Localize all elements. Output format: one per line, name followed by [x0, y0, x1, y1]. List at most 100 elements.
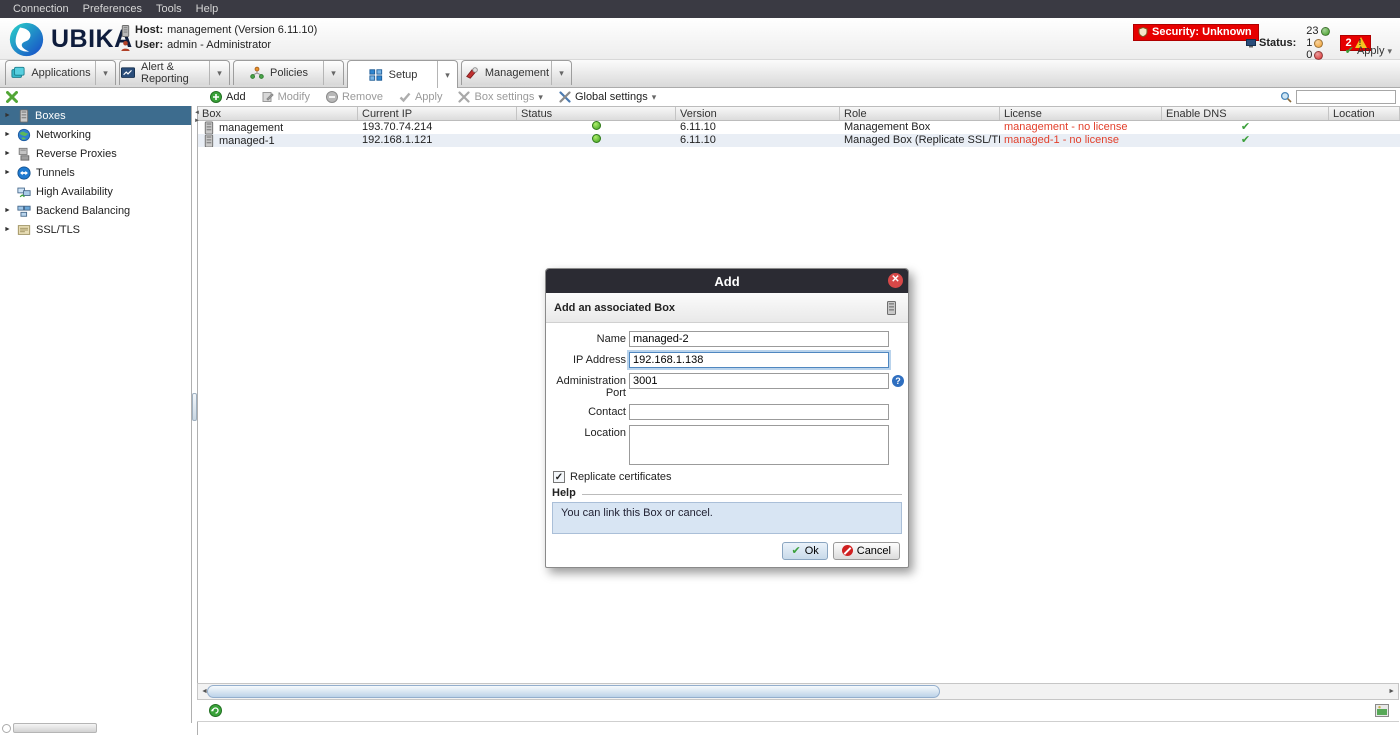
wrench-icon: [458, 91, 470, 103]
alert-tab-icon: [120, 66, 136, 80]
column-header-license[interactable]: License: [1000, 107, 1162, 120]
column-header-current-ip[interactable]: Current IP: [358, 107, 517, 120]
dns-enabled-check-icon: [1241, 121, 1250, 133]
sidebar-item-ssl-tls[interactable]: SSL/TLS: [0, 220, 191, 239]
field-row-name: Name: [546, 331, 908, 347]
contact-input[interactable]: [629, 404, 889, 420]
search-input[interactable]: [1296, 90, 1396, 104]
sidebar-item-tunnels[interactable]: Tunnels: [0, 163, 191, 182]
sidebar-item-high-availability[interactable]: High Availability: [0, 182, 191, 201]
refresh-icon[interactable]: [209, 704, 222, 717]
host-value: management (Version 6.11.10): [167, 23, 317, 38]
security-status-badge[interactable]: Security: Unknown: [1133, 24, 1259, 41]
sidebar-scroll-thumb[interactable]: [13, 723, 97, 733]
column-header-status[interactable]: Status: [517, 107, 676, 120]
globe-icon: [17, 128, 31, 142]
cell-location: [1329, 134, 1400, 147]
tab-dropdown-arrow[interactable]: [95, 61, 115, 85]
expand-arrow-icon[interactable]: [4, 150, 12, 157]
sidebar-item-label: Backend Balancing: [36, 205, 130, 217]
tab-dropdown-arrow[interactable]: [551, 61, 571, 85]
expand-arrow-icon[interactable]: [4, 207, 12, 214]
wrenchblue-icon: [559, 91, 571, 103]
status-ok-icon: [592, 134, 601, 143]
scrollbar-thumb[interactable]: [207, 685, 940, 698]
tab-dropdown-arrow[interactable]: [323, 61, 343, 85]
location-input[interactable]: [629, 425, 889, 465]
global-settings-button[interactable]: Global settings: [559, 91, 656, 103]
tab-dropdown-arrow[interactable]: [209, 61, 229, 85]
collapse-right-icon[interactable]: [194, 118, 200, 124]
sidebar-item-networking[interactable]: Networking: [0, 125, 191, 144]
toolbar-buttons: AddModifyRemoveApplyBox settingsGlobal s…: [210, 89, 656, 105]
chevron-down-icon: [652, 91, 657, 103]
tabbar: Applications Alert & Reporting PoliciesSet…: [0, 60, 1400, 88]
tab-alert-reporting[interactable]: Alert & Reporting: [119, 60, 230, 85]
replicate-certificates-row: Replicate certificates: [546, 471, 908, 483]
field-label: IP Address: [546, 352, 629, 366]
cell-role: Managed Box (Replicate SSL/TLS ce...: [840, 134, 1000, 147]
chevron-down-icon: [103, 67, 108, 79]
dialog-section-header: Add an associated Box: [546, 293, 908, 323]
modify-icon: [262, 91, 274, 103]
sidebar-hscrollbar: [0, 723, 192, 735]
name-input[interactable]: [629, 331, 889, 347]
ok-button[interactable]: Ok: [782, 542, 827, 560]
column-header-version[interactable]: Version: [676, 107, 840, 120]
add-button[interactable]: Add: [210, 91, 246, 103]
table-row-management[interactable]: management193.70.74.2146.11.10Management…: [198, 121, 1400, 134]
tab-dropdown-arrow[interactable]: [437, 61, 457, 88]
tab-policies[interactable]: Policies: [233, 60, 344, 85]
menu-item-tools[interactable]: Tools: [149, 1, 189, 17]
replicate-certificates-checkbox[interactable]: [553, 471, 565, 483]
field-help-icon[interactable]: [892, 375, 904, 387]
column-header-enable-dns[interactable]: Enable DNS: [1162, 107, 1329, 120]
server-icon: [17, 109, 30, 123]
column-header-role[interactable]: Role: [840, 107, 1000, 120]
scroll-right-icon[interactable]: [1388, 688, 1395, 695]
sidebar-scroll-button[interactable]: [2, 724, 11, 733]
administration-port-input[interactable]: [629, 373, 889, 389]
sidebar-item-label: High Availability: [36, 186, 113, 198]
status-dot-icon: [1314, 39, 1323, 48]
collapse-left-icon[interactable]: [194, 110, 200, 116]
expand-arrow-icon[interactable]: [4, 112, 12, 119]
table-row-managed-1[interactable]: managed-1192.168.1.1216.11.10Managed Box…: [198, 134, 1400, 147]
sidebar-item-reverse-proxies[interactable]: Reverse Proxies: [0, 144, 191, 163]
menu-item-help[interactable]: Help: [189, 1, 226, 17]
footer-bar: [197, 700, 1399, 722]
tab-management[interactable]: Management: [461, 60, 572, 85]
export-icon[interactable]: [1375, 704, 1389, 717]
chevron-down-icon: [331, 67, 336, 79]
dialog-titlebar[interactable]: Add: [546, 269, 908, 293]
toolbar: AddModifyRemoveApplyBox settingsGlobal s…: [0, 88, 1400, 106]
expand-arrow-icon[interactable]: [4, 169, 12, 176]
sidebar-item-backend-balancing[interactable]: Backend Balancing: [0, 201, 191, 220]
apply-dropdown[interactable]: Apply: [1345, 44, 1392, 57]
cancel-button[interactable]: Cancel: [833, 542, 900, 560]
column-header-box[interactable]: Box: [198, 107, 358, 120]
menu-item-connection[interactable]: Connection: [6, 1, 76, 17]
tab-label: Alert & Reporting: [141, 61, 209, 85]
column-header-location[interactable]: Location: [1329, 107, 1400, 120]
dialog-section-title: Add an associated Box: [554, 302, 675, 314]
sidebar-item-boxes[interactable]: Boxes: [0, 106, 191, 125]
ok-check-icon: [791, 544, 800, 557]
expand-arrow-icon[interactable]: [4, 226, 12, 233]
ip-address-input[interactable]: [629, 352, 889, 368]
button-label: Remove: [342, 91, 383, 103]
tab-applications[interactable]: Applications: [5, 60, 116, 85]
status-count: 1: [1306, 37, 1329, 49]
search-area: [1280, 90, 1396, 104]
collapse-panel-icon[interactable]: [6, 91, 18, 103]
dialog-close-button[interactable]: [888, 273, 903, 288]
menu-item-preferences[interactable]: Preferences: [76, 1, 149, 17]
cell-version: 6.11.10: [676, 121, 840, 134]
button-label: Add: [226, 91, 246, 103]
setup-tab-icon: [368, 68, 384, 82]
security-badge-text: Security: Unknown: [1152, 26, 1252, 38]
tab-setup[interactable]: Setup: [347, 60, 458, 88]
expand-arrow-icon[interactable]: [4, 131, 12, 138]
sidebar-item-label: Boxes: [35, 110, 66, 122]
cell-location: [1329, 121, 1400, 134]
